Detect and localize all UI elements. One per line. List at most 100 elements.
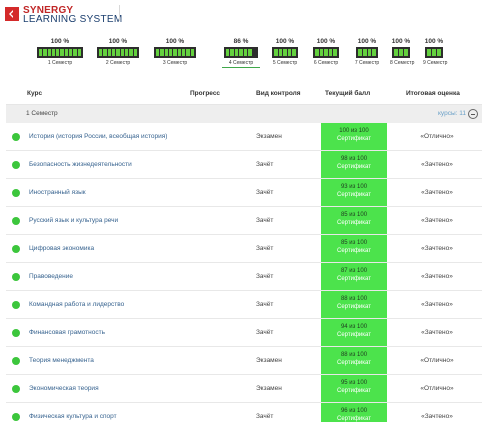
score-badge[interactable]: 88 из 100 Сертификат: [321, 291, 387, 318]
progress-segment: [190, 49, 194, 56]
score-value: 100 из 100: [339, 128, 369, 134]
table-row[interactable]: Русский язык и культура речи Зачёт 85 из 1…: [6, 207, 482, 235]
progress-segment: [333, 49, 337, 56]
status-dot-icon: [12, 161, 20, 169]
table-row[interactable]: Командная работа и лидерство Зачёт 88 из 1…: [6, 291, 482, 319]
score-badge[interactable]: 100 из 100 Сертификат: [321, 123, 387, 150]
progress-segment: [164, 49, 168, 56]
semester-label: 3 Семестр: [162, 60, 188, 66]
table-row[interactable]: Цифровая экономика Зачёт 85 из 100 Сертифик…: [6, 235, 482, 263]
score-value: 94 из 100: [340, 324, 368, 330]
certificate-link[interactable]: Сертификат: [321, 164, 387, 170]
course-link[interactable]: Безопасность жизнедеятельности: [29, 161, 132, 168]
progress-segment: [328, 49, 333, 56]
semester-tab[interactable]: 100 % 9 Семестр: [423, 38, 447, 66]
column-header-score[interactable]: Текущий балл: [325, 90, 370, 97]
course-link[interactable]: Командная работа и лидерство: [29, 301, 124, 308]
progress-segment: [51, 49, 56, 56]
semester-tab[interactable]: 100 % 8 Семестр: [390, 38, 414, 66]
course-link[interactable]: История (история России, всеобщая истори…: [29, 133, 167, 140]
progress-segment: [177, 49, 181, 56]
semester-tab[interactable]: 100 % 2 Семестр: [95, 38, 141, 66]
logo-text-secondary[interactable]: LEARNING SYSTEM: [23, 14, 123, 25]
final-grade: «Отлично»: [420, 133, 454, 140]
course-link[interactable]: Русский язык и культура речи: [29, 217, 118, 224]
progress-segment: [99, 49, 103, 56]
course-link[interactable]: Финансовая грамотность: [29, 329, 105, 336]
score-value: 96 из 100: [340, 408, 368, 414]
certificate-link[interactable]: Сертификат: [321, 136, 387, 142]
table-row[interactable]: Физическая культура и спорт Зачёт 96 из 10…: [6, 403, 482, 422]
status-dot-icon: [12, 385, 20, 393]
table-row[interactable]: Экономическая теория Экзамен 95 из 100 Серт…: [6, 375, 482, 403]
certificate-link[interactable]: Сертификат: [321, 304, 387, 310]
certificate-link[interactable]: Сертификат: [321, 360, 387, 366]
course-link[interactable]: Цифровая экономика: [29, 245, 94, 252]
semester-tab[interactable]: 100 % 3 Семестр: [152, 38, 198, 66]
score-value: 95 из 100: [340, 380, 368, 386]
table-row[interactable]: Финансовая грамотность Зачёт 94 из 100 Серт…: [6, 319, 482, 347]
table-row[interactable]: Теория менеджмента Экзамен 88 из 100 Сертиф…: [6, 347, 482, 375]
semester-label: 1 Семестр: [47, 60, 73, 66]
progress-segment: [427, 49, 431, 56]
semester-group-row[interactable]: 1 Семестр курсы: 11: [6, 105, 482, 123]
semester-progress-meter: [224, 47, 258, 58]
status-dot-icon: [12, 133, 20, 141]
final-grade: «Зачтено»: [421, 161, 453, 168]
table-row[interactable]: История (история России, всеобщая истори…: [6, 123, 482, 151]
table-row[interactable]: Безопасность жизнедеятельности Зачёт 98 из…: [6, 151, 482, 179]
progress-segment: [230, 49, 234, 56]
certificate-link[interactable]: Сертификат: [321, 276, 387, 282]
semester-label: 7 Семестр: [354, 60, 380, 66]
score-badge[interactable]: 98 из 100 Сертификат: [321, 151, 387, 178]
column-header-grade[interactable]: Итоговая оценка: [406, 90, 460, 97]
semester-percent: 100 %: [50, 38, 70, 45]
certificate-link[interactable]: Сертификат: [321, 332, 387, 338]
semester-tab[interactable]: 100 % 7 Семестр: [354, 38, 380, 66]
score-badge[interactable]: 88 из 100 Сертификат: [321, 347, 387, 374]
semester-progress-meter: [272, 47, 298, 58]
semester-tab[interactable]: 100 % 1 Семестр: [35, 38, 85, 66]
control-type: Экзамен: [256, 385, 282, 392]
course-link[interactable]: Физическая культура и спорт: [29, 413, 117, 420]
course-link[interactable]: Теория менеджмента: [29, 357, 94, 364]
certificate-link[interactable]: Сертификат: [321, 192, 387, 198]
semester-tab[interactable]: 100 % 6 Семестр: [311, 38, 341, 66]
score-badge[interactable]: 96 из 100 Сертификат: [321, 403, 387, 422]
score-badge[interactable]: 95 из 100 Сертификат: [321, 375, 387, 402]
progress-segment: [186, 49, 190, 56]
status-dot-icon: [12, 189, 20, 197]
semester-tab[interactable]: 86 % 4 Семестр: [222, 38, 260, 68]
score-badge[interactable]: 85 из 100 Сертификат: [321, 235, 387, 262]
certificate-link[interactable]: Сертификат: [321, 220, 387, 226]
table-header: Курс Прогресс Вид контроля Текущий балл …: [6, 83, 482, 105]
final-grade: «Зачтено»: [421, 217, 453, 224]
column-header-control[interactable]: Вид контроля: [256, 90, 301, 97]
status-dot-icon: [12, 273, 20, 281]
progress-segment: [274, 49, 278, 56]
control-type: Зачёт: [256, 301, 274, 308]
semester-percent: 100 %: [357, 38, 377, 45]
column-header-course[interactable]: Курс: [27, 90, 42, 97]
score-badge[interactable]: 87 из 100 Сертификат: [321, 263, 387, 290]
course-count: курсы: 11: [438, 110, 466, 117]
certificate-link[interactable]: Сертификат: [321, 416, 387, 422]
score-value: 88 из 100: [340, 352, 368, 358]
score-badge[interactable]: 94 из 100 Сертификат: [321, 319, 387, 346]
course-link[interactable]: Иностранный язык: [29, 189, 86, 196]
score-badge[interactable]: 85 из 100 Сертификат: [321, 207, 387, 234]
certificate-link[interactable]: Сертификат: [321, 248, 387, 254]
score-badge[interactable]: 93 из 100 Сертификат: [321, 179, 387, 206]
control-type: Зачёт: [256, 413, 274, 420]
column-header-progress[interactable]: Прогресс: [190, 90, 220, 97]
minus-circle-icon[interactable]: [468, 109, 478, 119]
synergy-logo-icon[interactable]: [5, 7, 19, 21]
course-link[interactable]: Правоведение: [29, 273, 73, 280]
certificate-link[interactable]: Сертификат: [321, 388, 387, 394]
table-row[interactable]: Иностранный язык Зачёт 93 из 100 Сертификат…: [6, 179, 482, 207]
semester-tab[interactable]: 100 % 5 Семестр: [270, 38, 300, 66]
progress-segment: [168, 49, 173, 56]
progress-segment: [73, 49, 77, 56]
course-link[interactable]: Экономическая теория: [29, 385, 99, 392]
table-row[interactable]: Правоведение Зачёт 87 из 100 Сертификат «Зач…: [6, 263, 482, 291]
